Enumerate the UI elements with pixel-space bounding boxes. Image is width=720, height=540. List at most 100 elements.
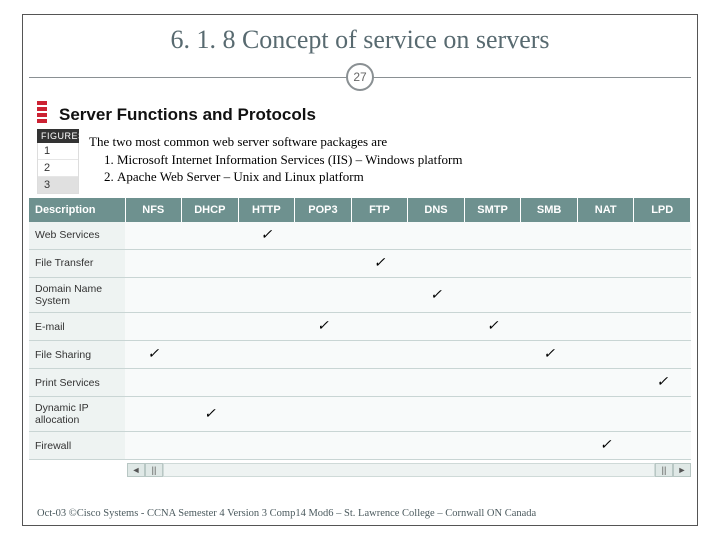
check-icon: ✓ — [487, 319, 499, 334]
cell — [238, 369, 295, 397]
scroll-pause-right-button[interactable]: || — [655, 463, 673, 477]
col-http: HTTP — [238, 198, 295, 222]
page-number-badge: 27 — [346, 63, 374, 91]
body-item-2: Apache Web Server – Unix and Linux platf… — [117, 168, 679, 186]
cell — [295, 369, 352, 397]
cell — [577, 397, 634, 432]
col-lpd: LPD — [634, 198, 691, 222]
check-icon: ✓ — [374, 256, 386, 271]
cell — [634, 250, 691, 278]
check-icon: ✓ — [204, 407, 216, 422]
cell — [295, 222, 352, 250]
cell: ✓ — [634, 369, 691, 397]
cell: ✓ — [351, 250, 408, 278]
cell — [182, 341, 239, 369]
section-header: Server Functions and Protocols — [59, 105, 316, 125]
table-row: Firewall✓ — [29, 432, 691, 460]
cell — [238, 397, 295, 432]
row-label: Domain Name System — [29, 278, 125, 313]
cell — [182, 278, 239, 313]
cell — [182, 432, 239, 460]
cell — [125, 397, 182, 432]
cell — [521, 313, 578, 341]
figures-and-body: FIGURES 1 2 3 The two most common web se… — [37, 129, 683, 194]
cell — [577, 278, 634, 313]
table-row: Print Services ✓ — [29, 369, 691, 397]
col-dns: DNS — [408, 198, 465, 222]
cell — [634, 341, 691, 369]
page-number-row: 27 — [23, 63, 697, 91]
cell — [351, 397, 408, 432]
figures-box: FIGURES 1 2 3 — [37, 129, 79, 194]
table-row: File Transfer✓ — [29, 250, 691, 278]
protocol-table-header-row: DescriptionNFSDHCPHTTPPOP3FTPDNSSMTPSMBN… — [29, 198, 691, 222]
scroll-right-button[interactable]: ► — [673, 463, 691, 477]
cell — [295, 250, 352, 278]
scroll-track[interactable] — [163, 463, 655, 477]
cell — [408, 250, 465, 278]
cell — [521, 222, 578, 250]
col-smtp: SMTP — [464, 198, 521, 222]
cell — [125, 278, 182, 313]
cell — [577, 369, 634, 397]
cell: ✓ — [464, 313, 521, 341]
table-row: Domain Name System ✓ — [29, 278, 691, 313]
cell — [408, 313, 465, 341]
check-icon: ✓ — [261, 228, 273, 243]
cell: ✓ — [125, 341, 182, 369]
slide-footer: Oct-03 ©Cisco Systems - CCNA Semester 4 … — [37, 508, 683, 519]
check-icon: ✓ — [430, 288, 442, 303]
figure-tab-2[interactable]: 2 — [38, 160, 78, 177]
scroll-left-button[interactable]: ◄ — [127, 463, 145, 477]
cell — [351, 341, 408, 369]
body-text: The two most common web server software … — [89, 129, 683, 188]
cell — [634, 397, 691, 432]
cell — [295, 397, 352, 432]
body-item-1: Microsoft Internet Information Services … — [117, 151, 679, 169]
check-icon: ✓ — [600, 438, 612, 453]
row-label: Print Services — [29, 369, 125, 397]
col-nfs: NFS — [125, 198, 182, 222]
check-icon: ✓ — [147, 347, 159, 362]
cell — [634, 278, 691, 313]
col-ftp: FTP — [351, 198, 408, 222]
cell — [182, 250, 239, 278]
table-scrollbar: ◄ || || ► — [29, 462, 691, 478]
col-smb: SMB — [521, 198, 578, 222]
table-row: Web Services ✓ — [29, 222, 691, 250]
cell: ✓ — [521, 341, 578, 369]
figure-tab-1[interactable]: 1 — [38, 143, 78, 160]
cell: ✓ — [577, 432, 634, 460]
cell: ✓ — [295, 313, 352, 341]
content-area: Server Functions and Protocols FIGURES 1… — [23, 91, 697, 194]
row-label: File Sharing — [29, 341, 125, 369]
cell: ✓ — [408, 278, 465, 313]
cell: ✓ — [182, 397, 239, 432]
cell — [408, 432, 465, 460]
protocol-table: DescriptionNFSDHCPHTTPPOP3FTPDNSSMTPSMBN… — [29, 198, 691, 460]
protocol-table-body: Web Services✓File Transfer✓Domain Name S… — [29, 222, 691, 460]
figure-tab-3[interactable]: 3 — [38, 177, 78, 193]
cell — [408, 397, 465, 432]
slide-title: 6. 1. 8 Concept of service on servers — [23, 15, 697, 61]
cell — [521, 278, 578, 313]
table-row: File Sharing ✓ ✓ — [29, 341, 691, 369]
cell — [408, 341, 465, 369]
cell — [521, 250, 578, 278]
col-nat: NAT — [577, 198, 634, 222]
cell — [464, 369, 521, 397]
cell — [182, 313, 239, 341]
cell — [125, 313, 182, 341]
col-description: Description — [29, 198, 125, 222]
cell — [464, 278, 521, 313]
scroll-pause-left-button[interactable]: || — [145, 463, 163, 477]
row-label: Web Services — [29, 222, 125, 250]
cell — [634, 432, 691, 460]
cell — [351, 278, 408, 313]
table-row: E-mail✓✓ — [29, 313, 691, 341]
cell — [577, 341, 634, 369]
cell — [351, 432, 408, 460]
cisco-bars-icon — [37, 101, 47, 125]
col-dhcp: DHCP — [182, 198, 239, 222]
cell — [295, 341, 352, 369]
